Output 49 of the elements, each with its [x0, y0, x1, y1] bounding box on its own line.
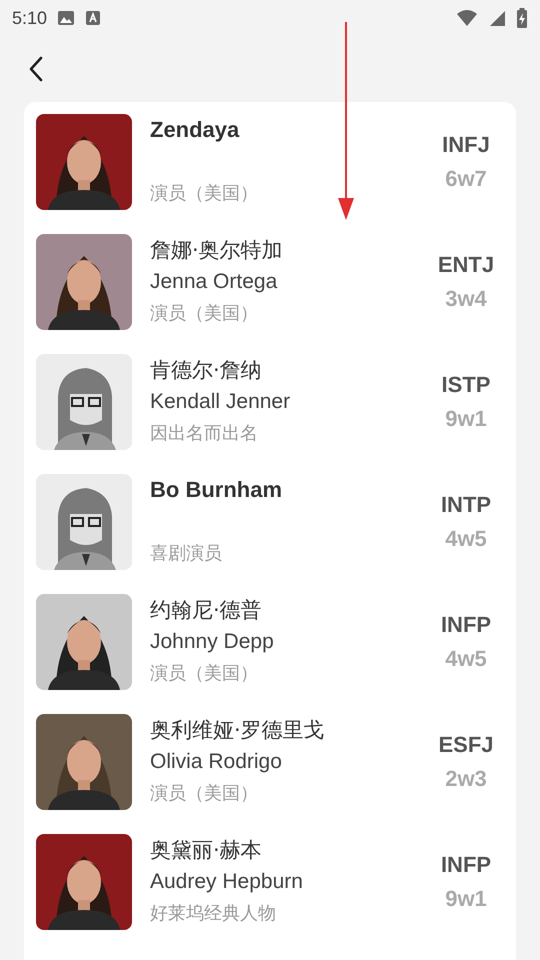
enneagram-type: 3w4 — [445, 285, 487, 313]
person-role: 演员（美国） — [150, 182, 259, 206]
person-role: 演员（美国） — [150, 662, 259, 686]
person-role: 因出名而出名 — [150, 422, 259, 446]
person-row[interactable]: Bo Burnham 喜剧演员 INTP 4w5 — [24, 474, 516, 594]
english-name: Jenna Ortega — [150, 269, 278, 295]
english-name: Kendall Jenner — [150, 389, 292, 415]
mbti-type: ISTP — [442, 371, 490, 399]
avatar-placeholder-icon — [36, 354, 132, 450]
image-icon — [57, 9, 76, 27]
wifi-icon — [456, 9, 478, 27]
person-name: 肯德尔·詹纳 — [150, 357, 263, 384]
mbti-type: INFP — [440, 851, 492, 879]
person-name: 奥黛丽·赫本 — [150, 837, 263, 864]
person-role: 喜剧演员 — [150, 542, 223, 566]
person-role: 好莱坞经典人物 — [150, 902, 277, 926]
enneagram-type: 4w5 — [445, 525, 487, 553]
enneagram-type: 9w1 — [445, 885, 487, 913]
person-name: Zendaya — [150, 116, 240, 144]
mbti-type: ESFJ — [438, 731, 494, 759]
person-row[interactable]: 约翰尼·德普 Johnny Depp 演员（美国） INFP 4w5 — [24, 594, 516, 714]
person-name: Bo Burnham — [150, 476, 283, 504]
status-time: 5:10 — [12, 8, 48, 28]
person-row[interactable]: 奥黛丽·赫本 Audrey Hepburn 好莱坞经典人物 INFP 9w1 — [24, 834, 516, 954]
enneagram-type: 2w3 — [445, 765, 487, 793]
letter-a-icon — [85, 10, 102, 26]
person-name: 詹娜·奥尔特加 — [150, 237, 284, 264]
person-role: 演员（美国） — [150, 302, 259, 326]
enneagram-type: 4w5 — [445, 645, 487, 673]
signal-icon — [488, 9, 506, 27]
enneagram-type: 9w1 — [445, 405, 487, 433]
person-name: 奥利维娅·罗德里戈 — [150, 717, 326, 744]
avatar-placeholder-icon — [36, 474, 132, 570]
battery-icon — [516, 8, 528, 28]
person-row[interactable]: 詹娜·奥尔特加 Jenna Ortega 演员（美国） ENTJ 3w4 — [24, 234, 516, 354]
english-name: Audrey Hepburn — [150, 869, 304, 895]
mbti-type: INTP — [440, 491, 492, 519]
person-name: 约翰尼·德普 — [150, 597, 263, 624]
english-name: Johnny Depp — [150, 629, 275, 655]
person-row[interactable]: 肯德尔·詹纳 Kendall Jenner 因出名而出名 ISTP 9w1 — [24, 354, 516, 474]
person-row[interactable]: 奥利维娅·罗德里戈 Olivia Rodrigo 演员（美国） ESFJ 2w3 — [24, 714, 516, 834]
person-row[interactable]: Zendaya 演员（美国） INFJ 6w7 — [24, 114, 516, 234]
mbti-type: ENTJ — [438, 251, 494, 279]
mbti-type: INFJ — [442, 131, 490, 159]
enneagram-type: 6w7 — [445, 165, 487, 193]
back-icon[interactable] — [28, 56, 44, 82]
mbti-type: INFP — [440, 611, 492, 639]
english-name: Olivia Rodrigo — [150, 749, 283, 775]
person-role: 演员（美国） — [150, 782, 259, 806]
